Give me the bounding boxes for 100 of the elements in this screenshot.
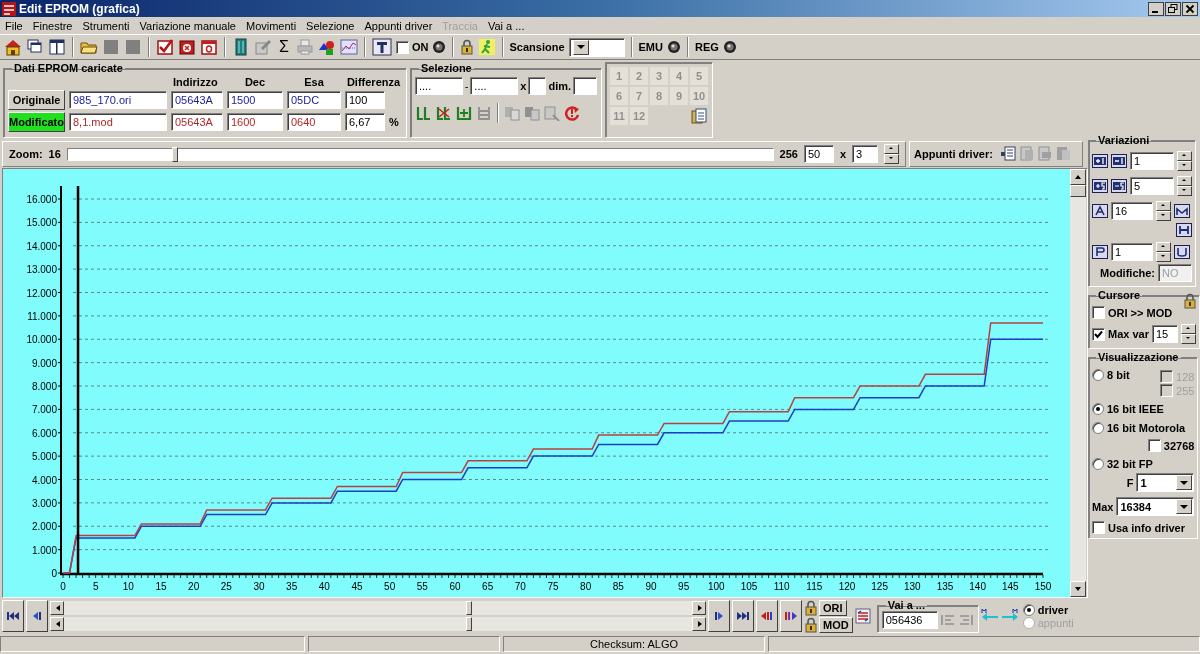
input-field[interactable]: 0640 <box>287 113 341 131</box>
scroll-up-button[interactable] <box>1070 169 1086 185</box>
input-field[interactable]: .... <box>470 77 519 95</box>
checkbox[interactable] <box>1092 306 1105 319</box>
input-field[interactable]: 05643A <box>171 113 223 131</box>
menu-item[interactable]: Strumenti <box>77 19 135 32</box>
square-icon[interactable] <box>102 38 120 56</box>
step-back-button[interactable] <box>756 600 778 632</box>
lock-icon[interactable] <box>804 599 818 616</box>
scroll-down-button[interactable] <box>1070 581 1086 597</box>
menu-item[interactable]: Appunti driver <box>359 19 438 32</box>
input-field[interactable]: 100 <box>345 91 385 109</box>
step-back-icon[interactable] <box>760 610 774 622</box>
slider-thumb[interactable] <box>172 146 179 162</box>
minimize-icon[interactable] <box>1148 1 1164 16</box>
plus-one-icon[interactable] <box>1092 154 1108 168</box>
square-icon[interactable] <box>124 38 142 56</box>
scroll-thumb[interactable] <box>465 601 472 615</box>
p-icon[interactable] <box>1092 245 1108 259</box>
scroll-thumb[interactable] <box>465 617 472 631</box>
checkbox[interactable] <box>1092 327 1105 341</box>
refresh-icon[interactable] <box>563 105 581 121</box>
menu-item[interactable]: Variazione manuale <box>134 19 241 32</box>
scroll-left-button[interactable] <box>50 617 64 631</box>
input-field[interactable]: 8,1.mod <box>69 113 167 131</box>
input-field[interactable]: 05643A <box>171 91 223 109</box>
load-button[interactable]: ORI <box>819 599 847 616</box>
input-field[interactable]: 3 <box>852 145 878 163</box>
input-field[interactable]: 6,67 <box>345 113 385 131</box>
dropdown[interactable] <box>568 37 625 57</box>
spin-buttons[interactable] <box>884 144 899 164</box>
checkbox[interactable] <box>396 40 409 54</box>
column-icon[interactable] <box>232 38 250 56</box>
zoom-slider[interactable] <box>66 147 774 161</box>
lamp-icon[interactable] <box>431 40 446 54</box>
spin-buttons[interactable] <box>1156 242 1171 262</box>
panel-icon[interactable] <box>48 38 66 56</box>
scroll-right-button[interactable] <box>692 617 706 631</box>
file-button[interactable]: Modificato <box>8 112 65 132</box>
last-icon[interactable] <box>736 610 750 622</box>
spin-buttons[interactable] <box>1181 324 1196 344</box>
input-field[interactable]: 05DC <box>287 91 341 109</box>
u-icon[interactable] <box>1174 245 1190 259</box>
radio-button[interactable] <box>1092 458 1104 470</box>
chart-icon[interactable] <box>340 38 358 56</box>
checked-document-icon[interactable] <box>156 38 174 56</box>
next-button[interactable] <box>708 600 730 632</box>
lock-icon[interactable] <box>1183 293 1197 309</box>
spin-buttons[interactable] <box>1177 151 1192 171</box>
last-button[interactable] <box>732 600 754 632</box>
lock-icon[interactable] <box>804 616 818 633</box>
input-field[interactable]: 1 <box>1130 152 1174 170</box>
input-field[interactable] <box>573 77 598 95</box>
m-icon[interactable] <box>1174 204 1190 218</box>
document-zero-icon[interactable] <box>200 38 218 56</box>
bracket-plus-icon[interactable] <box>455 105 473 121</box>
sum-button[interactable]: Σ <box>276 38 292 56</box>
input-field[interactable]: 5 <box>1130 177 1174 195</box>
scroll-thumb[interactable] <box>1070 185 1086 197</box>
scroll-left-button[interactable] <box>50 601 64 615</box>
menu-item[interactable]: Selezione <box>301 19 360 32</box>
input-field[interactable]: 1600 <box>227 113 283 131</box>
document-cross-icon[interactable] <box>178 38 196 56</box>
clip-copy-icon[interactable] <box>1000 146 1017 162</box>
radio-button[interactable] <box>1092 369 1104 381</box>
first-icon[interactable] <box>6 610 20 622</box>
input-field[interactable]: 985_170.ori <box>69 91 167 109</box>
restore-icon[interactable] <box>1165 1 1181 16</box>
checkbox[interactable] <box>1147 439 1161 452</box>
menu-item[interactable]: Movimenti <box>241 19 302 32</box>
input-field[interactable]: .... <box>415 77 463 95</box>
dropdown[interactable]: 1 <box>1136 473 1195 492</box>
menu-item[interactable]: File <box>0 19 28 32</box>
input-field[interactable]: 1500 <box>227 91 283 109</box>
step-forward-button[interactable] <box>780 600 802 632</box>
bracket-icon[interactable] <box>415 105 433 121</box>
spin-buttons[interactable] <box>1156 201 1171 221</box>
input-field[interactable] <box>528 77 547 95</box>
scroll-right-button[interactable] <box>692 601 706 615</box>
bracket-cross-icon[interactable] <box>435 105 453 121</box>
lamp-icon[interactable] <box>722 40 737 54</box>
minus-one-icon[interactable] <box>1111 154 1127 168</box>
h-icon[interactable] <box>1176 223 1192 237</box>
text-tool-icon[interactable] <box>372 38 392 56</box>
checkbox[interactable] <box>1092 521 1105 534</box>
vertical-scrollbar[interactable] <box>1070 169 1086 597</box>
minus-five-icon[interactable] <box>1111 179 1127 193</box>
menu-item[interactable]: Vai a ... <box>482 19 530 32</box>
plus-five-icon[interactable] <box>1092 179 1108 193</box>
step-forward-icon[interactable] <box>784 610 798 622</box>
house-icon[interactable] <box>4 38 22 56</box>
radio-button[interactable] <box>1092 403 1104 415</box>
radio-button[interactable] <box>1092 422 1104 434</box>
first-button[interactable] <box>2 600 24 632</box>
input-field[interactable]: 50 <box>803 145 834 163</box>
input-field[interactable]: 15 <box>1152 325 1178 343</box>
previous-button[interactable] <box>26 600 48 632</box>
lamp-icon[interactable] <box>667 40 681 54</box>
paste-icon[interactable] <box>690 107 709 125</box>
input-field[interactable]: 16 <box>1111 202 1153 220</box>
